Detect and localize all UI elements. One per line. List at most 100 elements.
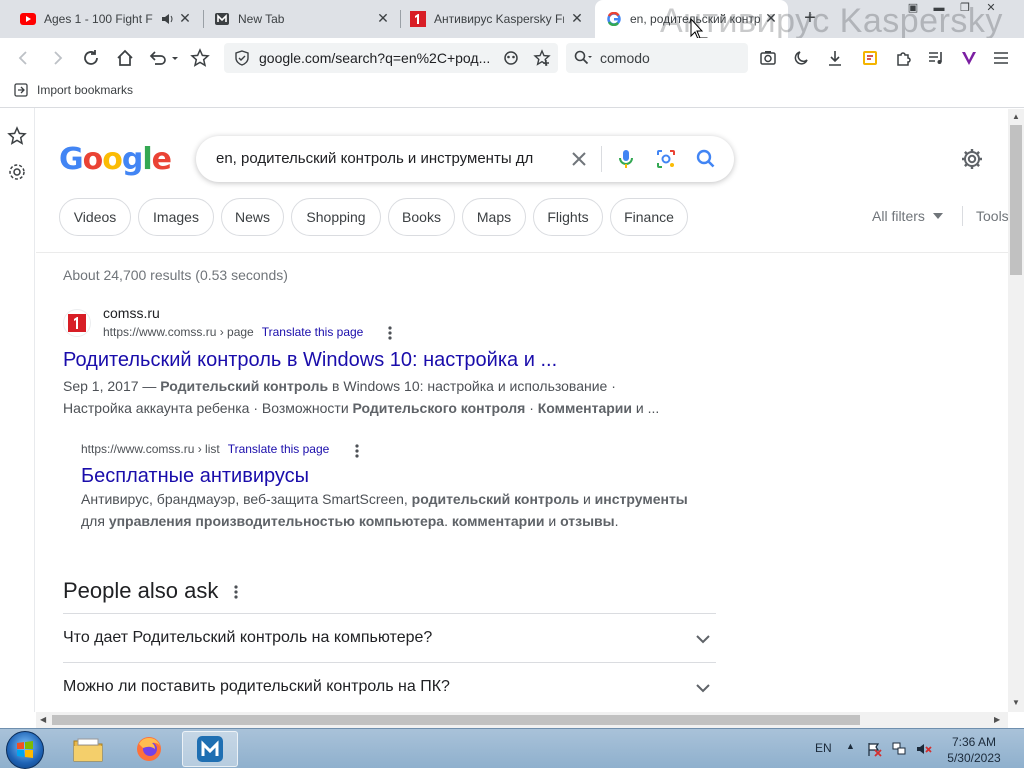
puzzle-icon [897, 52, 911, 66]
star-icon [190, 48, 210, 67]
undo-close-button[interactable] [146, 46, 180, 70]
search-query-text: comodo [600, 50, 650, 66]
google-results-page: Google en, родительский контроль и инстр… [36, 109, 1008, 712]
new-tab-button[interactable]: + [800, 8, 820, 28]
tab-close-icon[interactable]: ✕ [376, 11, 390, 25]
snippet-text: для [81, 513, 105, 529]
result-snippet-line: для управления производительностью компь… [81, 510, 619, 532]
search-field[interactable]: comodo [566, 43, 748, 73]
chip-finance[interactable]: Finance [610, 198, 688, 236]
translate-link[interactable]: Translate this page [262, 325, 364, 339]
screenshot-button[interactable] [756, 46, 780, 70]
tab-close-icon[interactable]: ✕ [178, 11, 192, 25]
restore-icon[interactable]: ❐ [952, 0, 978, 16]
google-search-box[interactable]: en, родительский контроль и инструменты … [196, 136, 734, 182]
scroll-left-arrow-icon[interactable]: ◀ [40, 715, 46, 724]
tab-new-tab[interactable]: New Tab ✕ [204, 0, 400, 38]
note-icon [863, 51, 877, 65]
media-button[interactable] [924, 46, 948, 70]
paa-question[interactable]: Что дает Родительский контроль на компью… [63, 613, 716, 662]
vertical-scrollbar[interactable]: ▲ ▼ [1008, 109, 1024, 712]
result-date: Sep 1, 2017 — [63, 378, 157, 394]
snippet-text: Антивирус, брандмауэр, веб-защита SmartS… [81, 491, 408, 507]
tab-title: Антивирус Kaspersky Fr [434, 12, 564, 26]
theme-button[interactable] [790, 46, 814, 70]
result-snippet-line: Антивирус, брандмауэр, веб-защита SmartS… [81, 488, 688, 510]
microphone-icon[interactable] [614, 147, 638, 171]
scroll-right-arrow-icon[interactable]: ▶ [994, 715, 1000, 724]
maxthon-taskbar-button[interactable] [182, 731, 238, 767]
reload-button[interactable] [79, 46, 103, 70]
extensions-button[interactable] [892, 46, 916, 70]
network-icon[interactable] [891, 741, 907, 757]
tab-search-icon[interactable]: ▣ [900, 0, 926, 16]
menu-button[interactable] [989, 46, 1013, 70]
add-bookmark-icon[interactable] [533, 49, 551, 67]
scrollbar-thumb[interactable] [52, 715, 860, 725]
tab-kaspersky[interactable]: Антивирус Kaspersky Fr ✕ [401, 0, 594, 38]
dropdown-arrow-icon [932, 213, 943, 219]
more-options-icon[interactable] [355, 444, 359, 458]
horizontal-scrollbar[interactable]: ◀ ▶ [36, 712, 1008, 728]
reload-icon [84, 50, 98, 65]
bookmark-star-button[interactable] [188, 46, 212, 70]
tab-close-icon[interactable]: ✕ [570, 11, 584, 25]
vpn-button[interactable] [957, 46, 981, 70]
result-site-name[interactable]: comss.ru [103, 305, 160, 321]
language-indicator[interactable]: EN [815, 741, 832, 755]
chip-shopping[interactable]: Shopping [291, 198, 381, 236]
more-options-icon[interactable] [388, 326, 392, 340]
comss-logo-icon [68, 314, 86, 332]
show-hidden-icons-arrow-icon[interactable]: ▲ [846, 741, 862, 757]
minimize-icon[interactable]: ▬ [926, 0, 952, 16]
chip-videos[interactable]: Videos [59, 198, 131, 236]
volume-muted-icon[interactable] [916, 741, 932, 757]
import-bookmarks-link[interactable]: Import bookmarks [14, 83, 133, 97]
start-button[interactable] [6, 731, 44, 769]
snippet-bold: родительский контроль [411, 491, 580, 507]
all-filters-button[interactable]: All filters [872, 208, 943, 224]
tab-close-icon[interactable]: ✕ [764, 11, 778, 25]
address-bar[interactable]: google.com/search?q=en%2C+род... [224, 43, 558, 73]
snippet-text: и ... [635, 400, 660, 416]
search-submit-icon[interactable] [694, 147, 718, 171]
speaker-icon[interactable] [160, 12, 174, 26]
chip-maps[interactable]: Maps [462, 198, 526, 236]
scroll-down-arrow-icon[interactable]: ▼ [1012, 698, 1020, 707]
vpn-v-icon [962, 52, 976, 65]
settings-gear-icon[interactable] [960, 147, 984, 171]
clear-icon[interactable] [568, 148, 590, 170]
result-title-link[interactable]: Бесплатные антивирусы [81, 465, 309, 488]
back-button[interactable] [12, 46, 36, 70]
favorites-star-icon[interactable] [7, 126, 27, 146]
forward-button[interactable] [45, 46, 69, 70]
system-clock[interactable]: 7:36 AM 5/30/2023 [944, 734, 1004, 766]
action-center-flag-icon[interactable] [866, 741, 882, 757]
scroll-up-arrow-icon[interactable]: ▲ [1012, 112, 1020, 121]
chip-images[interactable]: Images [138, 198, 214, 236]
site-favicon[interactable] [63, 309, 91, 337]
close-window-icon[interactable]: ✕ [978, 0, 1004, 16]
result-title-link[interactable]: Родительский контроль в Windows 10: наст… [63, 349, 557, 372]
translate-mask-icon[interactable] [502, 49, 520, 67]
explorer-taskbar-button[interactable] [60, 731, 116, 767]
firefox-taskbar-button[interactable] [121, 731, 177, 767]
tools-button[interactable]: Tools [976, 208, 1008, 224]
gear-sidebar-icon[interactable] [7, 162, 27, 182]
paa-more-options-icon[interactable] [234, 585, 238, 599]
lens-icon[interactable] [654, 147, 678, 171]
google-logo[interactable]: Google [59, 142, 172, 177]
paa-question[interactable]: Можно ли поставить родительский контроль… [63, 662, 716, 711]
translate-link[interactable]: Translate this page [228, 442, 330, 456]
lock-shield-icon [235, 50, 249, 66]
chip-books[interactable]: Books [388, 198, 455, 236]
tab-youtube[interactable]: Ages 1 - 100 Fight F ✕ [0, 0, 202, 38]
scrollbar-thumb[interactable] [1010, 125, 1022, 275]
header-divider [36, 252, 1008, 253]
all-filters-label: All filters [872, 208, 925, 224]
home-button[interactable] [113, 46, 137, 70]
chip-flights[interactable]: Flights [533, 198, 603, 236]
chip-news[interactable]: News [221, 198, 284, 236]
downloads-button[interactable] [823, 46, 847, 70]
notes-extension-button[interactable] [858, 46, 882, 70]
